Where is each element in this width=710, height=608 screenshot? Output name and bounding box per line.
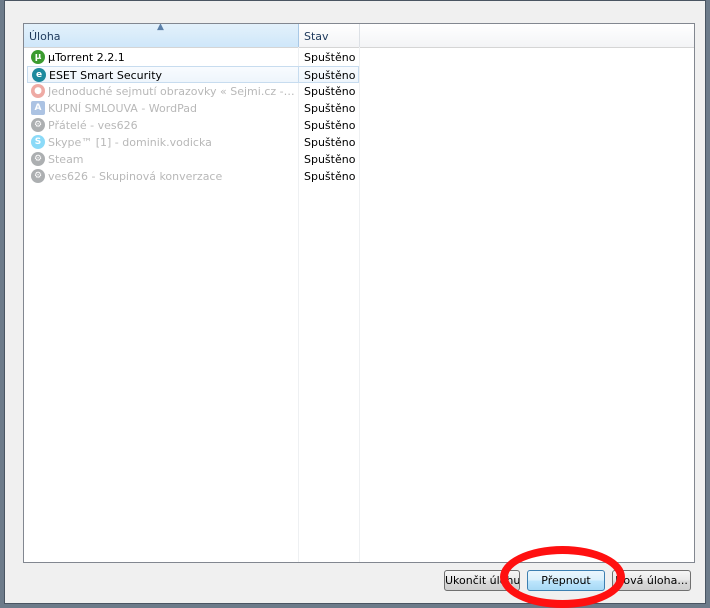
steam-icon: ⚙ (31, 152, 45, 166)
switch-to-button[interactable]: Přepnout (527, 570, 605, 591)
table-row[interactable]: µ µTorrent 2.2.1 Spuštěno (24, 49, 694, 66)
task-name: KUPNÍ SMLOUVA - WordPad (48, 102, 197, 115)
utorrent-icon: µ (31, 50, 45, 64)
wordpad-icon: A (31, 101, 45, 115)
task-name: Přátelé - ves626 (48, 119, 138, 132)
list-header: ▲ Úloha Stav (24, 24, 694, 48)
eset-icon: e (32, 68, 46, 82)
steam-icon: ⚙ (31, 118, 45, 132)
chrome-icon: ● (31, 84, 45, 98)
task-status: Spuštěno (299, 66, 359, 83)
task-name: ESET Smart Security (49, 69, 163, 82)
end-task-button[interactable]: Ukončit úlohu (444, 570, 520, 591)
task-cell: S Skype™ [1] - dominik.vodicka (27, 134, 299, 151)
column-header-status-label: Stav (304, 30, 329, 43)
task-cell: ● Jednoduché sejmutí obrazovky « Sejmi.c… (27, 83, 299, 100)
task-cell: ⚙ ves626 - Skupinová konverzace (27, 168, 299, 185)
table-row[interactable]: ⚙ Steam Spuštěno (24, 151, 694, 168)
table-row[interactable]: ● Jednoduché sejmutí obrazovky « Sejmi.c… (24, 83, 694, 100)
task-list[interactable]: ▲ Úloha Stav µ µTorrent 2.2.1 Spuštěno e… (23, 23, 695, 563)
steam-icon: ⚙ (31, 169, 45, 183)
column-header-task-label: Úloha (29, 30, 61, 43)
task-cell: e ESET Smart Security (27, 66, 299, 83)
task-name: Steam (48, 153, 84, 166)
task-cell: µ µTorrent 2.2.1 (27, 49, 299, 66)
task-status: Spuštěno (304, 170, 356, 183)
task-status: Spuštěno (304, 136, 356, 149)
task-cell: ⚙ Přátelé - ves626 (27, 117, 299, 134)
task-cell: A KUPNÍ SMLOUVA - WordPad (27, 100, 299, 117)
task-manager-window: ▲ Úloha Stav µ µTorrent 2.2.1 Spuštěno e… (4, 0, 706, 604)
table-row[interactable]: S Skype™ [1] - dominik.vodicka Spuštěno (24, 134, 694, 151)
table-row[interactable]: ⚙ ves626 - Skupinová konverzace Spuštěno (24, 168, 694, 185)
sort-ascending-icon: ▲ (157, 23, 164, 32)
table-row[interactable]: A KUPNÍ SMLOUVA - WordPad Spuštěno (24, 100, 694, 117)
task-status: Spuštěno (304, 85, 356, 98)
task-status: Spuštěno (304, 102, 356, 115)
skype-icon: S (31, 135, 45, 149)
column-header-task[interactable]: ▲ Úloha (24, 24, 299, 47)
task-name: Skype™ [1] - dominik.vodicka (48, 136, 212, 149)
task-name: ves626 - Skupinová konverzace (48, 170, 223, 183)
task-rows: µ µTorrent 2.2.1 Spuštěno e ESET Smart S… (24, 49, 694, 185)
column-header-status[interactable]: Stav (299, 24, 360, 47)
task-name: µTorrent 2.2.1 (48, 51, 125, 64)
task-status: Spuštěno (304, 153, 356, 166)
new-task-button[interactable]: Nová úloha... (612, 570, 691, 591)
task-name: Jednoduché sejmutí obrazovky « Sejmi.cz … (48, 85, 296, 98)
task-status: Spuštěno (304, 51, 356, 64)
task-cell: ⚙ Steam (27, 151, 299, 168)
table-row[interactable]: ⚙ Přátelé - ves626 Spuštěno (24, 117, 694, 134)
table-row[interactable]: e ESET Smart Security Spuštěno (24, 66, 694, 83)
task-status: Spuštěno (304, 119, 356, 132)
